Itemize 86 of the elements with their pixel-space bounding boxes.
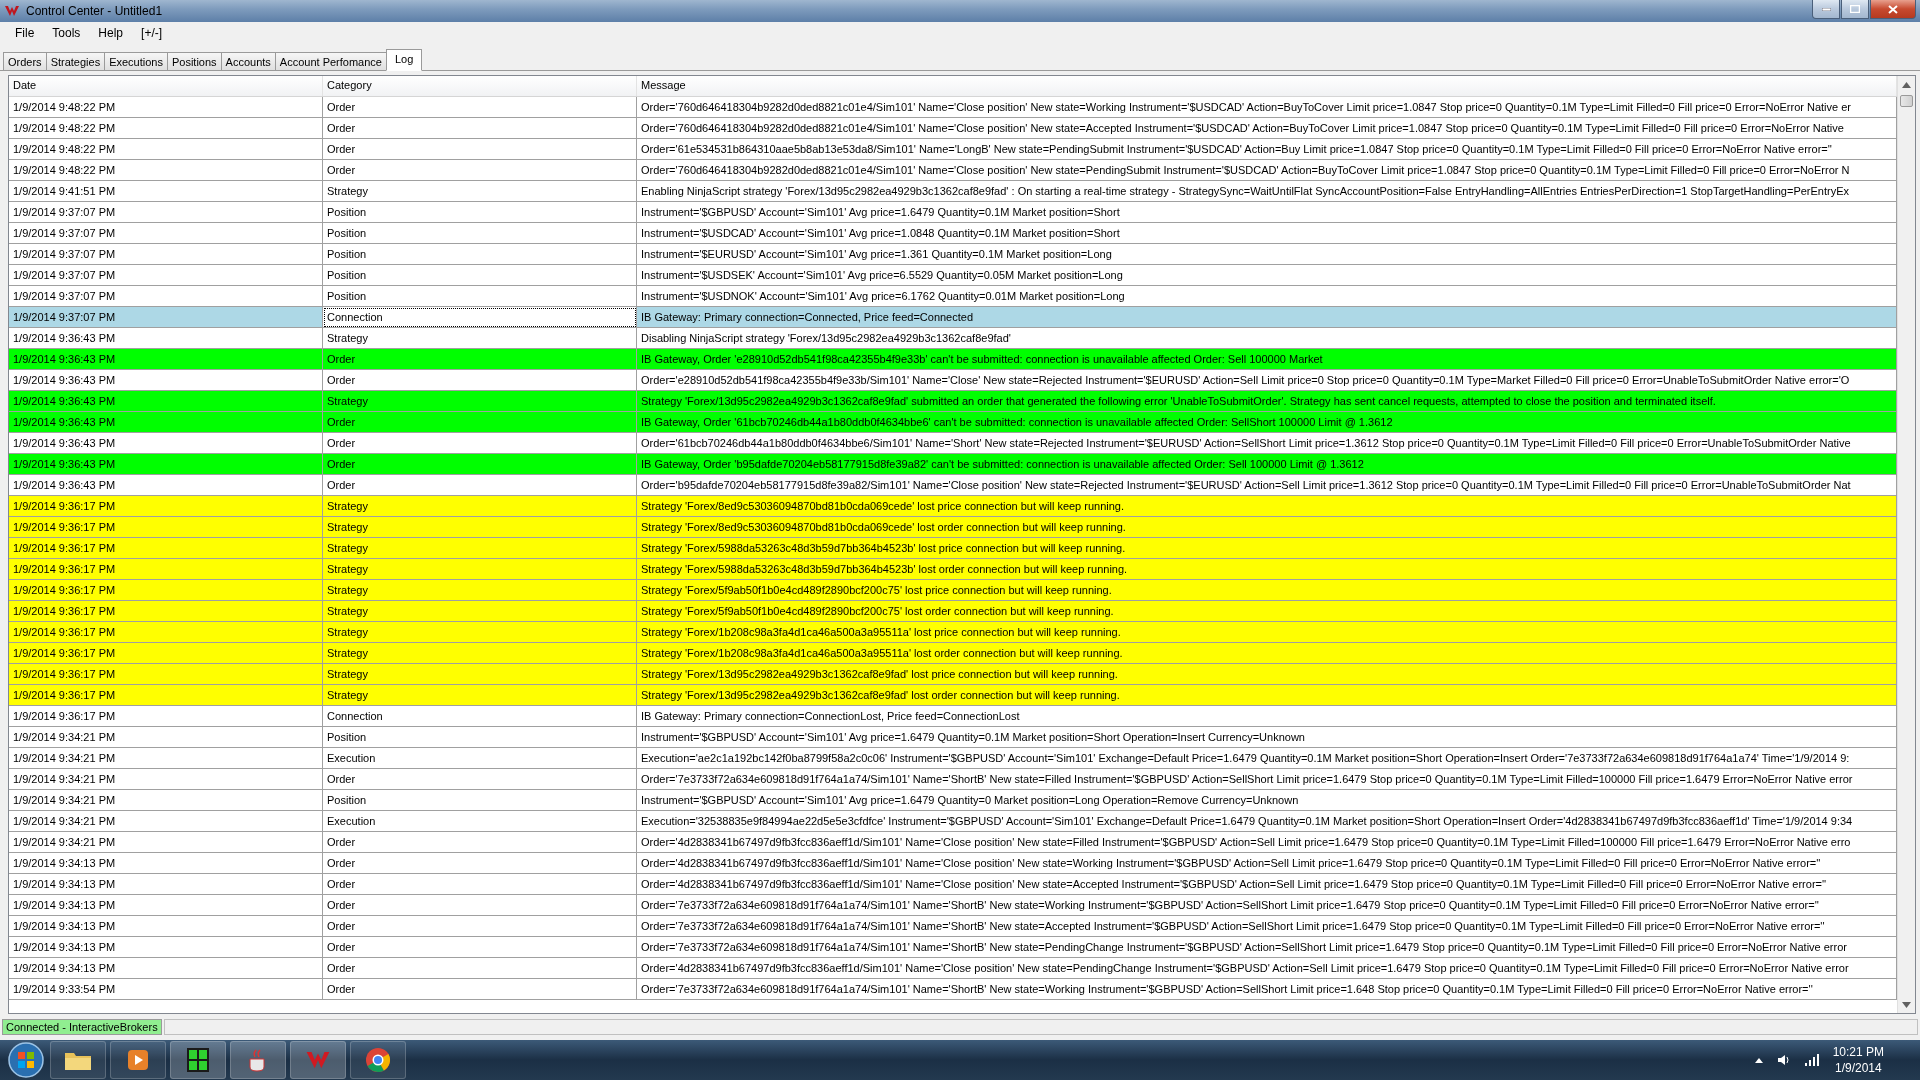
coffee-cup-taskbar-button[interactable] (230, 1041, 286, 1079)
connection-status: Connected - InteractiveBrokers (2, 1019, 162, 1035)
log-row[interactable] (9, 937, 1897, 958)
tab[interactable]: Positions (166, 52, 222, 70)
log-row[interactable] (9, 895, 1897, 916)
log-row[interactable] (9, 769, 1897, 790)
minimize-button[interactable] (1812, 0, 1840, 19)
log-row[interactable]: 1/9/2014 9:36:17 PM Strategy Strategy 'Forex/13d95c2982ea4929b3c1362caf8e9fad' lost price connection but will keep running. (9, 664, 1897, 685)
close-icon (1888, 4, 1898, 14)
log-row[interactable] (9, 832, 1897, 853)
menu-item[interactable]: [+/-] (132, 26, 172, 40)
browser-icon (365, 1047, 391, 1073)
log-row[interactable]: 1/9/2014 9:37:07 PM Connection IB Gateway: Primary connection=Connected, Price feed=Connected (9, 307, 1897, 328)
close-button[interactable] (1870, 0, 1916, 19)
log-row[interactable]: 1/9/2014 9:36:17 PM Strategy Strategy 'Forex/5988da53263c48d3b59d7bb364b4523b' lost order connection but will keep running. (9, 559, 1897, 580)
log-row[interactable]: 1/9/2014 9:36:17 PM Strategy Strategy 'Forex/1b208c98a3fa4d1ca46a500a3a95511a' lost price connection but will keep running. (9, 622, 1897, 643)
media-player-taskbar-button[interactable] (110, 1041, 166, 1079)
log-row[interactable]: 1/9/2014 9:36:17 PM Connection IB Gateway: Primary connection=ConnectionLost, Price feed=ConnectionLost (9, 706, 1897, 727)
log-row[interactable] (9, 433, 1897, 454)
log-row[interactable]: 1/9/2014 9:37:07 PM Position Instrument='$USDSEK' Account='Sim101' Avg price=6.5529 Quantity=0.05M Market position=Long (9, 265, 1897, 286)
table-cell: Order (323, 979, 637, 1000)
log-row[interactable]: 1/9/2014 9:36:17 PM Strategy Strategy 'Forex/5f9ab50f1b0e4cd489f2890bcf200c75' lost order connection but will keep running. (9, 601, 1897, 622)
column-header[interactable]: Category (323, 76, 637, 96)
tab[interactable]: Executions (104, 52, 168, 70)
tab[interactable]: Orders (3, 52, 47, 70)
log-row[interactable]: 1/9/2014 9:34:21 PM Position Instrument='$GBPUSD' Account='Sim101' Avg price=1.6479 Quantity=0.1M Market position=Short Operation=Insert Currency=Unknown (9, 727, 1897, 748)
log-row[interactable]: 1/9/2014 9:36:17 PM Strategy Strategy 'Forex/5988da53263c48d3b59d7bb364b4523b' lost price connection but will keep running. (9, 538, 1897, 559)
log-row[interactable] (9, 874, 1897, 895)
grid-app-taskbar-button[interactable] (170, 1041, 226, 1079)
log-row[interactable] (9, 811, 1897, 832)
speaker-icon[interactable] (1776, 1054, 1791, 1066)
log-row[interactable]: 1/9/2014 9:36:17 PM Strategy Strategy 'Forex/5f9ab50f1b0e4cd489f2890bcf200c75' lost price connection but will keep running. (9, 580, 1897, 601)
scrollbar-thumb[interactable] (1900, 95, 1913, 107)
column-header[interactable]: Date (9, 76, 323, 96)
tab[interactable]: Log (386, 49, 423, 71)
log-row[interactable] (9, 391, 1897, 412)
log-row[interactable]: 1/9/2014 9:34:21 PM Position Instrument='$GBPUSD' Account='Sim101' Avg price=1.6479 Quantity=0 Market position=Long Operation=Remove Currency=Unknown (9, 790, 1897, 811)
log-row[interactable] (9, 916, 1897, 937)
browser-taskbar-button[interactable] (350, 1041, 406, 1079)
log-row[interactable] (9, 853, 1897, 874)
tab[interactable]: Strategies (45, 52, 106, 70)
window-title: Control Center - Untitled1 (26, 4, 164, 18)
table-cell: 1/9/2014 9:33:54 PM (9, 979, 323, 1000)
scroll-up-icon[interactable] (1902, 81, 1911, 88)
log-row[interactable] (9, 475, 1897, 496)
play-icon (126, 1048, 150, 1072)
log-row[interactable]: 1/9/2014 9:36:17 PM Strategy Strategy 'Forex/1b208c98a3fa4d1ca46a500a3a95511a' lost order connection but will keep running. (9, 643, 1897, 664)
grid-icon (186, 1047, 210, 1073)
menu-item[interactable]: Help (89, 26, 133, 40)
log-row[interactable] (9, 958, 1897, 979)
log-row[interactable]: 1/9/2014 9:36:17 PM Strategy Strategy 'Forex/8ed9c53036094870bd81b0cda069cede' lost price connection but will keep running. (9, 496, 1897, 517)
log-row[interactable] (9, 139, 1897, 160)
maximize-icon (1850, 5, 1860, 13)
tab[interactable]: Accounts (220, 52, 276, 70)
table-cell: Order='7e3733f72a634e609818d91f764a1a74/Sim101' Name='ShortB' New state=Working Instrument='$GBPUSD' Action=SellShort Limit price=1.648 Stop price=0 Quantity=0.1M Type=Limit Filled=0 Fill price=0 Error=NoError Native error='' (637, 979, 1897, 1000)
log-row[interactable] (9, 748, 1897, 769)
start-button[interactable] (6, 1041, 46, 1079)
log-row[interactable]: 1/9/2014 9:36:43 PM Order IB Gateway, Order '61bcb70246db44a1b80ddb0f4634bbe6' can't be submitted: connection is unavailable affected Order: SellShort 100000 Limit @ 1.3612 (9, 412, 1897, 433)
log-row[interactable] (9, 97, 1897, 118)
menu-item[interactable]: File (6, 26, 44, 40)
tab[interactable]: Account Perfomance (274, 52, 387, 70)
log-row[interactable]: 1/9/2014 9:36:17 PM Strategy Strategy 'Forex/8ed9c53036094870bd81b0cda069cede' lost order connection but will keep running. (9, 517, 1897, 538)
maximize-button[interactable] (1841, 0, 1869, 19)
clock-date[interactable]: 1/9/2014 (1834, 1060, 1882, 1076)
minimize-icon (1821, 7, 1831, 11)
log-row[interactable]: 1/9/2014 9:37:07 PM Position Instrument='$USDNOK' Account='Sim101' Avg price=6.1762 Quantity=0.01M Market position=Long (9, 286, 1897, 307)
log-row[interactable]: 1/9/2014 9:36:43 PM Strategy Disabling NinjaScript strategy 'Forex/13d95c2982ea4929b3c1362caf8e9fad' (9, 328, 1897, 349)
folder-taskbar-button[interactable] (50, 1041, 106, 1079)
clock-time[interactable]: 10:21 PM (1832, 1044, 1884, 1060)
log-row[interactable]: 1/9/2014 9:36:43 PM Order IB Gateway, Order 'e28910d52db541f98ca42355b4f9e33b' can't be submitted: connection is unavailable affected Order: Sell 100000 Market (9, 349, 1897, 370)
log-row[interactable]: 1/9/2014 9:36:43 PM Order IB Gateway, Order 'b95dafde70204eb58177915d8fe39a82' can't be submitted: connection is unavailable affected Order: Sell 100000 Limit @ 1.3612 (9, 454, 1897, 475)
log-row[interactable]: 1/9/2014 9:37:07 PM Position Instrument='$GBPUSD' Account='Sim101' Avg price=1.6479 Quantity=0.1M Market position=Short (9, 202, 1897, 223)
table-cell: Connection (323, 307, 637, 328)
log-row[interactable] (9, 370, 1897, 391)
signal-icon[interactable] (1804, 1054, 1819, 1066)
log-row[interactable] (9, 181, 1897, 202)
log-row[interactable] (9, 118, 1897, 139)
log-row[interactable]: 1/9/2014 9:37:07 PM Position Instrument='$USDCAD' Account='Sim101' Avg price=1.0848 Quantity=0.1M Market position=Short (9, 223, 1897, 244)
app-logo-icon (4, 4, 20, 18)
log-row[interactable] (9, 979, 1897, 1000)
show-hidden-icons-icon[interactable] (1754, 1057, 1763, 1063)
log-row[interactable]: 1/9/2014 9:36:17 PM Strategy Strategy 'Forex/13d95c2982ea4929b3c1362caf8e9fad' lost order connection but will keep running. (9, 685, 1897, 706)
scroll-down-icon[interactable] (1902, 1001, 1911, 1008)
log-row[interactable] (9, 160, 1897, 181)
menu-item[interactable]: Tools (43, 26, 90, 40)
log-row[interactable]: 1/9/2014 9:37:07 PM Position Instrument='$EURUSD' Account='Sim101' Avg price=1.361 Quantity=0.1M Market position=Long (9, 244, 1897, 265)
